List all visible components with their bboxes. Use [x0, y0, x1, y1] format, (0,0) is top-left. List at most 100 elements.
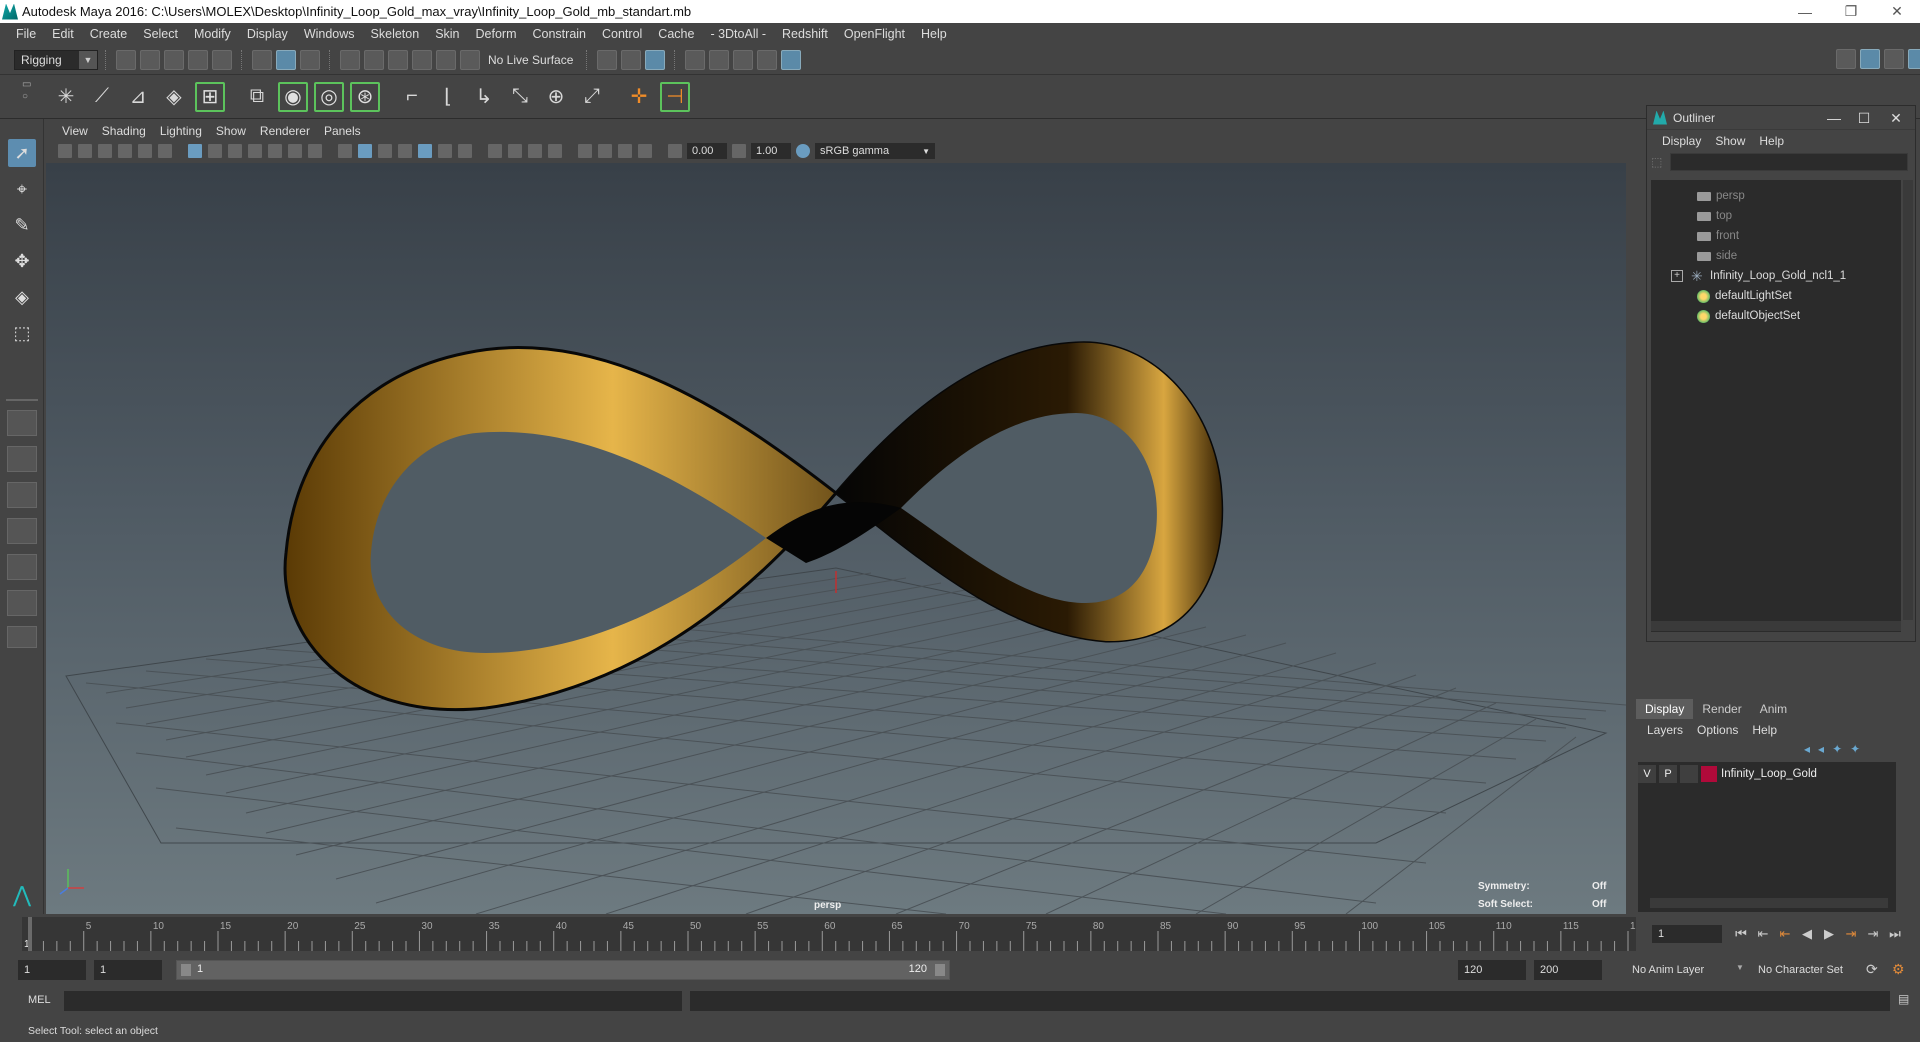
outliner-item-front[interactable]: front: [1697, 226, 1739, 246]
wire-deformer-icon[interactable]: ⊛: [350, 81, 380, 112]
menu-openflight[interactable]: OpenFlight: [836, 27, 913, 41]
range-start-handle[interactable]: [181, 964, 191, 976]
motion-blur-icon[interactable]: [548, 144, 562, 158]
character-set-dropdown[interactable]: No Character Set: [1752, 960, 1862, 980]
persp-outliner-layout-icon[interactable]: [7, 482, 37, 508]
menu-help[interactable]: Help: [913, 27, 955, 41]
menu-3dtoall[interactable]: - 3DtoAll -: [702, 27, 774, 41]
step-forward-frame-icon[interactable]: ⇥: [1840, 926, 1862, 942]
influence-icon[interactable]: ⤡: [505, 82, 535, 112]
ik-spline-icon[interactable]: ⊿: [123, 82, 153, 112]
color-management-icon[interactable]: [796, 144, 810, 158]
go-to-start-icon[interactable]: ⏮: [1730, 926, 1752, 942]
outliner-item-infinity-loop[interactable]: + ✳ Infinity_Loop_Gold_ncl1_1: [1671, 266, 1846, 286]
exposure-field[interactable]: 0.00: [687, 143, 727, 159]
layer-row[interactable]: V P Infinity_Loop_Gold: [1638, 764, 1896, 784]
bind-skin-icon[interactable]: ⌐: [397, 82, 427, 112]
playback-end-field[interactable]: 120: [1458, 960, 1526, 980]
select-hierarchy-icon[interactable]: [252, 49, 272, 70]
select-component-icon[interactable]: [300, 49, 320, 70]
viewport-menu-shading[interactable]: Shading: [95, 124, 153, 138]
mirror-joint-icon[interactable]: ◈: [159, 82, 189, 112]
xray-active-icon[interactable]: [618, 144, 632, 158]
color-space-dropdown[interactable]: sRGB gamma ▼: [815, 143, 935, 159]
create-joint-icon[interactable]: ✳: [51, 82, 81, 112]
layer-display-type-toggle[interactable]: [1680, 765, 1698, 783]
depth-of-field-icon[interactable]: [528, 144, 542, 158]
viewport-menu-lighting[interactable]: Lighting: [153, 124, 209, 138]
menu-windows[interactable]: Windows: [296, 27, 363, 41]
select-object-icon[interactable]: [276, 49, 296, 70]
maya-home-icon[interactable]: ⋀: [8, 881, 36, 909]
custom-layout-icon[interactable]: [7, 626, 37, 648]
snap-view-plane-icon[interactable]: [412, 49, 432, 70]
outliner-item-persp[interactable]: persp: [1697, 186, 1745, 206]
safe-action-icon[interactable]: [288, 144, 302, 158]
orient-constraint-icon[interactable]: ⊣: [660, 81, 690, 112]
tool-settings-toggle-icon[interactable]: [1884, 49, 1904, 69]
exposure-icon[interactable]: [668, 144, 682, 158]
menu-deform[interactable]: Deform: [468, 27, 525, 41]
menu-create[interactable]: Create: [82, 27, 136, 41]
layer-editor-toggle-icon[interactable]: [1908, 49, 1920, 69]
tab-render[interactable]: Render: [1693, 699, 1750, 719]
outliner-horizontal-scrollbar[interactable]: [1651, 621, 1901, 631]
layer-visibility-toggle[interactable]: V: [1638, 765, 1656, 783]
snap-edge-icon[interactable]: [460, 49, 480, 70]
outliner-persp-layout-icon[interactable]: [7, 590, 37, 616]
outliner-search-input[interactable]: [1670, 153, 1909, 171]
image-plane-icon[interactable]: [118, 144, 132, 158]
snap-surface-icon[interactable]: [436, 49, 456, 70]
viewport-menu-view[interactable]: View: [55, 124, 95, 138]
ipr-render-icon[interactable]: [733, 49, 754, 70]
render-settings-icon[interactable]: [757, 49, 778, 70]
persp-graph-layout-icon[interactable]: [7, 518, 37, 544]
snap-point-icon[interactable]: [388, 49, 408, 70]
use-lights-icon[interactable]: [438, 144, 452, 158]
save-scene-icon[interactable]: [164, 49, 184, 70]
select-tool-icon[interactable]: ➚: [8, 139, 36, 167]
step-forward-key-icon[interactable]: ⇥: [1862, 926, 1884, 942]
menu-control[interactable]: Control: [594, 27, 650, 41]
outliner-item-side[interactable]: side: [1697, 246, 1737, 266]
menu-select[interactable]: Select: [135, 27, 186, 41]
lasso-tool-icon[interactable]: ⌖: [8, 175, 36, 203]
safe-title-icon[interactable]: [308, 144, 322, 158]
film-gate-icon[interactable]: [208, 144, 222, 158]
end-time-field[interactable]: 200: [1534, 960, 1602, 980]
history-on-icon[interactable]: [645, 49, 666, 70]
gamma-icon[interactable]: [732, 144, 746, 158]
locator-icon[interactable]: ⊞: [195, 81, 225, 112]
outliner-item-defaultobjectset[interactable]: defaultObjectSet: [1697, 306, 1800, 326]
wrap-deformer-icon[interactable]: ◎: [314, 81, 344, 112]
outliner-title-bar[interactable]: Outliner — ☐ ✕: [1647, 106, 1915, 130]
construction-history-icon[interactable]: [621, 49, 642, 70]
aim-constraint-icon[interactable]: ⤢: [577, 82, 607, 112]
grid-toggle-icon[interactable]: [188, 144, 202, 158]
layer-playback-toggle[interactable]: P: [1659, 765, 1677, 783]
channel-box-toggle-icon[interactable]: [1860, 49, 1880, 69]
menu-skin[interactable]: Skin: [427, 27, 467, 41]
layer-horizontal-scrollbar[interactable]: [1650, 898, 1888, 908]
render-frame-icon[interactable]: [709, 49, 730, 70]
outliner-close-button[interactable]: ✕: [1881, 109, 1911, 127]
anim-layer-dropdown[interactable]: No Anim Layer: [1626, 960, 1724, 980]
xray-joints-icon[interactable]: [598, 144, 612, 158]
outliner-menu-show[interactable]: Show: [1708, 134, 1752, 148]
snap-grid-icon[interactable]: [340, 49, 360, 70]
smooth-shade-icon[interactable]: [358, 144, 372, 158]
scale-tool-icon[interactable]: ⬚: [8, 319, 36, 347]
grease-pencil-icon[interactable]: [158, 144, 172, 158]
two-d-pan-icon[interactable]: [138, 144, 152, 158]
snap-curve-icon[interactable]: [364, 49, 384, 70]
parent-constraint-icon[interactable]: ⊕: [541, 82, 571, 112]
perspective-viewport[interactable]: persp Symmetry: Off Soft Select: Off: [46, 163, 1626, 914]
move-layer-up-icon[interactable]: ◂: [1804, 742, 1810, 756]
layer-menu-help[interactable]: Help: [1745, 723, 1784, 737]
script-editor-icon[interactable]: ▤: [1898, 992, 1909, 1006]
layer-menu-layers[interactable]: Layers: [1640, 723, 1690, 737]
menu-modify[interactable]: Modify: [186, 27, 239, 41]
resolution-gate-icon[interactable]: [228, 144, 242, 158]
field-chart-icon[interactable]: [268, 144, 282, 158]
current-frame-field[interactable]: 1: [1652, 925, 1722, 943]
